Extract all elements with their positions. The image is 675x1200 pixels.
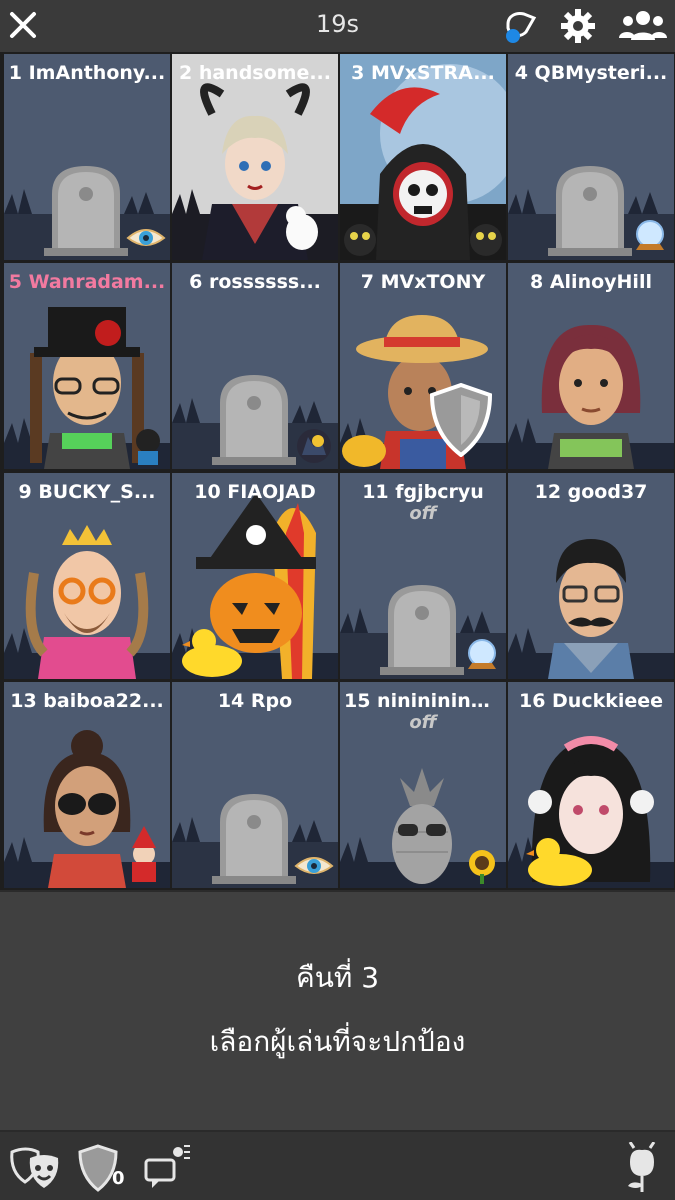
- princess-avatar: [4, 525, 170, 679]
- players-icon[interactable]: [618, 6, 668, 46]
- player-name: 14 Rpo: [217, 690, 293, 712]
- pumpkin-avatar: [172, 493, 338, 679]
- tophat-avatar: [4, 307, 170, 469]
- player-tile-15[interactable]: 15 nininininni... off: [340, 682, 506, 888]
- player-tile-6[interactable]: 6 rossssss...: [172, 263, 338, 469]
- sunglasses-avatar: [4, 730, 170, 888]
- player-tile-7[interactable]: 7 MVxTONY: [340, 263, 506, 469]
- chat-icon[interactable]: [140, 1142, 196, 1194]
- bottom-toolbar: 0: [0, 1130, 675, 1200]
- player-name: 15 nininininni...: [344, 690, 506, 712]
- player-name: 11 fgjbcryu: [362, 481, 484, 503]
- player-tile-3[interactable]: 3 MVxSTRA...: [340, 54, 506, 260]
- redhair-avatar: [508, 324, 674, 469]
- player-name: 2 handsome...: [178, 62, 331, 84]
- player-tile-4[interactable]: 4 QBMysteri...: [508, 54, 674, 260]
- sunflower-icon: [469, 850, 495, 884]
- reaper-avatar: [340, 64, 506, 260]
- player-tile-14[interactable]: 14 Rpo: [172, 682, 338, 888]
- player-grid: 1 ImAnthony... 2 handsome... 3 MVxSTRA..…: [0, 52, 675, 890]
- player-name: 7 MVxTONY: [360, 271, 486, 293]
- top-bar: 19s: [0, 0, 675, 52]
- eye-icon: [294, 857, 334, 874]
- player-name: 10 FIAOJAD: [194, 481, 316, 503]
- mustache-avatar: [508, 539, 674, 679]
- night-label: คืนที่ 3: [295, 961, 380, 994]
- player-tile-13[interactable]: 13 baiboa22...: [4, 682, 170, 888]
- shield-count: 0: [112, 1168, 125, 1189]
- player-tile-12[interactable]: 12 good37: [508, 473, 674, 679]
- gear-icon[interactable]: [558, 6, 598, 46]
- crystal-ball-icon: [468, 639, 496, 669]
- info-panel: คืนที่ 3 เลือกผู้เล่นที่จะปกป้อง: [0, 890, 675, 1130]
- player-tile-5[interactable]: 5 Wanradam...: [4, 263, 170, 469]
- rose-icon[interactable]: [614, 1142, 670, 1194]
- player-name: 16 Duckkieee: [518, 690, 664, 712]
- voice-icon[interactable]: [500, 6, 540, 46]
- player-tile-8[interactable]: 8 AlinoyHill: [508, 263, 674, 469]
- shield-icon: [429, 383, 493, 457]
- player-name: 4 QBMysteri...: [514, 62, 668, 84]
- offline-tag: off: [409, 712, 437, 733]
- instruction-text: เลือกผู้เล่นที่จะปกป้อง: [209, 1025, 466, 1058]
- player-tile-10[interactable]: 10 FIAOJAD: [172, 473, 338, 679]
- player-name: 9 BUCKY_S...: [18, 481, 156, 503]
- eye-icon: [126, 229, 166, 246]
- werewolf-icon: [297, 429, 331, 463]
- offline-tag: off: [409, 503, 437, 524]
- player-name: 5 Wanradam...: [8, 271, 166, 293]
- player-name: 3 MVxSTRA...: [351, 62, 495, 84]
- devil-avatar: [172, 54, 338, 260]
- player-name: 8 AlinoyHill: [530, 271, 652, 293]
- anime-girl-avatar: [508, 736, 674, 888]
- player-tile-2[interactable]: 2 handsome...: [172, 54, 338, 260]
- player-tile-16[interactable]: 16 Duckkieee: [508, 682, 674, 888]
- player-name: 1 ImAnthony...: [8, 62, 166, 84]
- player-tile-1[interactable]: 1 ImAnthony...: [4, 54, 170, 260]
- crystal-ball-icon: [636, 220, 664, 250]
- masks-icon[interactable]: [6, 1142, 62, 1194]
- player-name: 13 baiboa22...: [10, 690, 164, 712]
- player-tile-11[interactable]: 11 fgjbcryu off: [340, 473, 506, 679]
- player-name: 12 good37: [534, 481, 648, 503]
- player-name: 6 rossssss...: [189, 271, 321, 293]
- player-tile-9[interactable]: 9 BUCKY_S...: [4, 473, 170, 679]
